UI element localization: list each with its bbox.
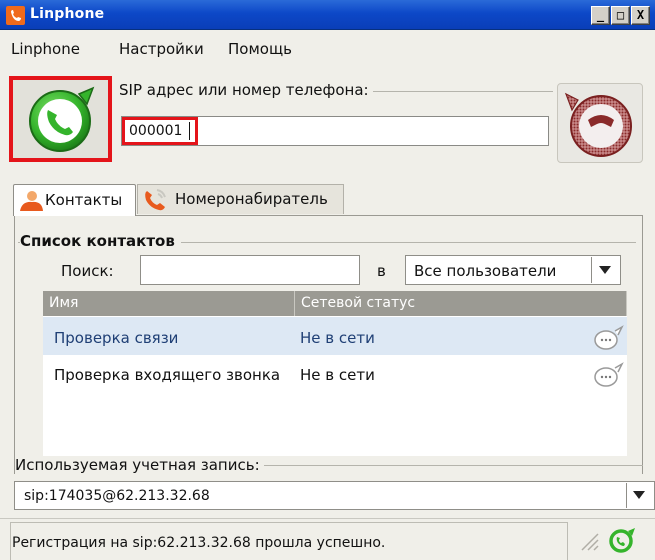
status-message: Регистрация на sip:62.213.32.68 прошла у… bbox=[12, 535, 386, 551]
menu-bar bbox=[0, 30, 655, 70]
registration-ok-icon bbox=[609, 528, 635, 553]
menu-linphone[interactable]: Linphone bbox=[11, 40, 80, 58]
account-label: Используемая учетная запись: bbox=[15, 456, 264, 474]
account-select-value: sip:174035@62.213.32.68 bbox=[24, 488, 210, 504]
search-input[interactable] bbox=[140, 255, 360, 285]
contacts-icon bbox=[20, 191, 43, 211]
text-caret bbox=[189, 122, 190, 140]
column-header-name[interactable]: Имя bbox=[43, 291, 295, 316]
contact-status: Не в сети bbox=[300, 366, 375, 384]
contact-name[interactable]: Проверка входящего звонка bbox=[54, 366, 280, 384]
tab-dialer[interactable]: Номеронабиратель bbox=[137, 184, 344, 214]
resize-grip-icon[interactable] bbox=[578, 530, 600, 552]
sip-address-label: SIP адрес или номер телефона: bbox=[119, 81, 373, 99]
account-select-divider bbox=[626, 483, 627, 508]
sip-address-input[interactable]: 000001 bbox=[122, 117, 198, 145]
minimize-button[interactable]: _ bbox=[591, 6, 610, 25]
red-phone-icon bbox=[564, 92, 632, 157]
close-button[interactable]: X bbox=[631, 6, 650, 25]
chevron-down-icon[interactable] bbox=[633, 491, 645, 499]
hangup-button[interactable] bbox=[557, 83, 643, 163]
window-title: Linphone bbox=[30, 6, 105, 22]
call-button[interactable] bbox=[13, 80, 108, 158]
in-label: в bbox=[377, 262, 386, 280]
maximize-button[interactable]: □ bbox=[611, 6, 630, 25]
linphone-app-icon bbox=[6, 6, 25, 25]
group-select-value: Все пользователи bbox=[414, 262, 557, 280]
group-select-divider bbox=[591, 257, 592, 283]
contact-name[interactable]: Проверка связи bbox=[54, 329, 178, 347]
column-header-status[interactable]: Сетевой статус bbox=[295, 291, 627, 316]
chat-icon[interactable] bbox=[591, 359, 625, 389]
chevron-down-icon[interactable] bbox=[599, 266, 611, 274]
chat-icon[interactable] bbox=[591, 322, 625, 352]
contacts-list-title: Список контактов bbox=[20, 232, 181, 250]
tab-dialer-label: Номеронабиратель bbox=[175, 190, 328, 208]
menu-settings[interactable]: Настройки bbox=[119, 40, 204, 58]
contact-status: Не в сети bbox=[300, 329, 375, 347]
tab-contacts-label: Контакты bbox=[45, 191, 123, 209]
menu-help[interactable]: Помощь bbox=[228, 40, 292, 58]
tab-contacts[interactable]: Контакты bbox=[13, 184, 136, 216]
dialer-icon bbox=[145, 189, 166, 211]
search-label: Поиск: bbox=[61, 262, 114, 280]
